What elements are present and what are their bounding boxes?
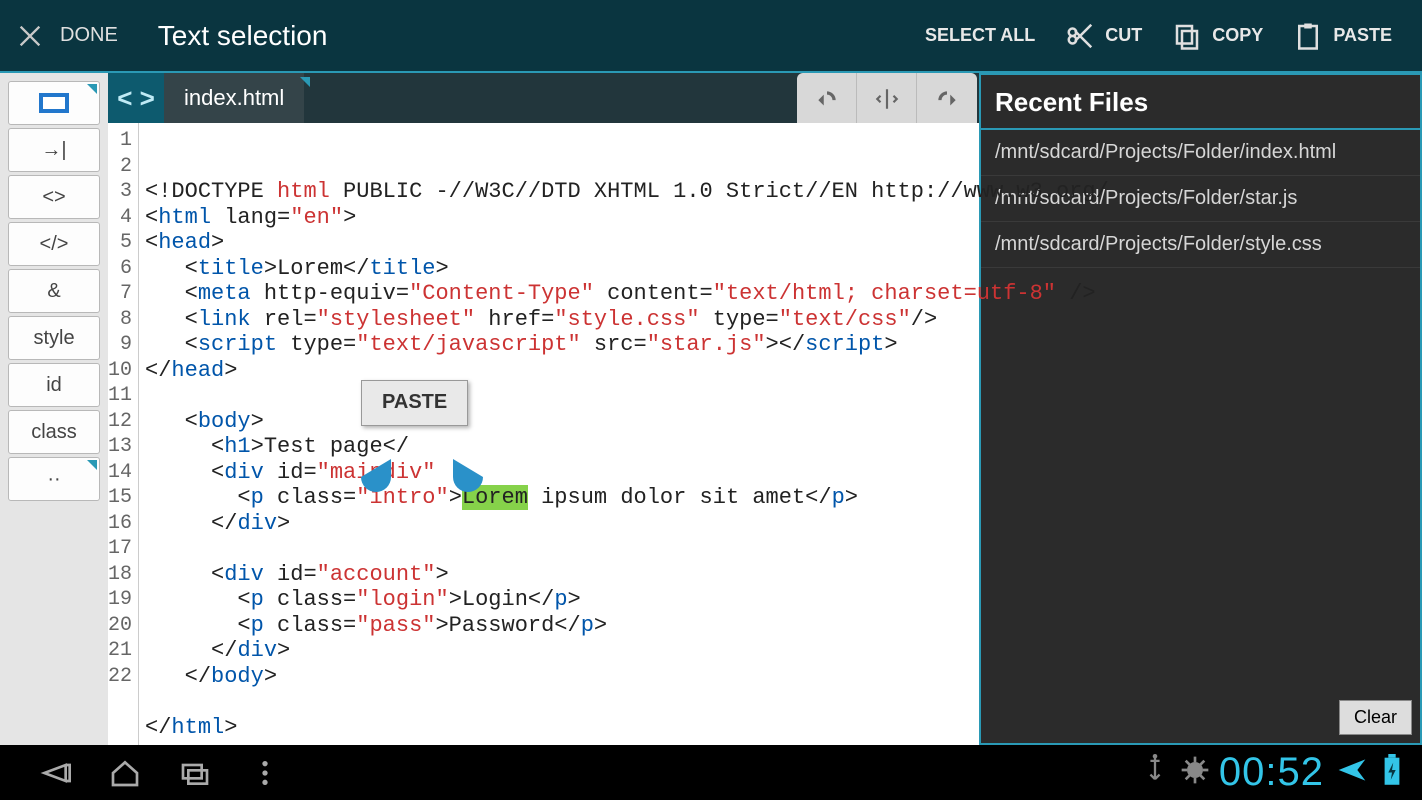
tab-indent-button[interactable]: →|: [8, 128, 100, 172]
undo-button[interactable]: [797, 73, 857, 125]
ampersand-button[interactable]: &: [8, 269, 100, 313]
airplane-mode-icon: [1336, 754, 1368, 791]
action-title: Text selection: [158, 20, 328, 52]
code-view-icon[interactable]: < >: [108, 73, 164, 123]
left-toolbar: →| <> </> & style id class ··: [0, 73, 108, 745]
menu-nav-icon[interactable]: [230, 757, 300, 789]
selection-handle-left[interactable]: [361, 459, 391, 495]
clock: 00:52: [1219, 750, 1324, 795]
home-nav-icon[interactable]: [90, 757, 160, 789]
debug-icon: [1179, 754, 1211, 791]
select-all-button[interactable]: SELECT ALL: [925, 25, 1035, 46]
selection-handle-right[interactable]: [453, 459, 483, 495]
recent-files-title: Recent Files: [981, 75, 1420, 130]
action-bar: DONE Text selection SELECT ALL CUT COPY …: [0, 0, 1422, 73]
battery-charging-icon: [1376, 754, 1408, 791]
file-tab[interactable]: index.html: [164, 73, 304, 123]
style-button[interactable]: style: [8, 316, 100, 360]
usb-icon: [1139, 754, 1171, 791]
done-button[interactable]: DONE: [60, 24, 118, 47]
recent-apps-nav-icon[interactable]: [160, 757, 230, 789]
copy-button[interactable]: COPY: [1172, 21, 1263, 51]
code-editor[interactable]: 12345678910111213141516171819202122 <!DO…: [108, 123, 979, 745]
cursor-nav-button[interactable]: [857, 73, 917, 125]
close-icon[interactable]: [0, 6, 60, 66]
angle-brackets-button[interactable]: <>: [8, 175, 100, 219]
back-nav-icon[interactable]: [20, 757, 90, 789]
edit-toolbar: [797, 73, 977, 125]
paste-popup[interactable]: PASTE: [361, 380, 468, 426]
id-button[interactable]: id: [8, 363, 100, 407]
select-tool-button[interactable]: [8, 81, 100, 125]
more-button[interactable]: ··: [8, 457, 100, 501]
close-tag-button[interactable]: </>: [8, 222, 100, 266]
cut-button[interactable]: CUT: [1065, 21, 1142, 51]
redo-button[interactable]: [917, 73, 977, 125]
paste-button[interactable]: PASTE: [1293, 21, 1392, 51]
line-gutter: 12345678910111213141516171819202122: [108, 123, 139, 745]
code-content[interactable]: <!DOCTYPE html PUBLIC -//W3C//DTD XHTML …: [139, 123, 1109, 745]
class-button[interactable]: class: [8, 410, 100, 454]
nav-bar: 00:52: [0, 745, 1422, 800]
clear-button[interactable]: Clear: [1339, 700, 1412, 735]
